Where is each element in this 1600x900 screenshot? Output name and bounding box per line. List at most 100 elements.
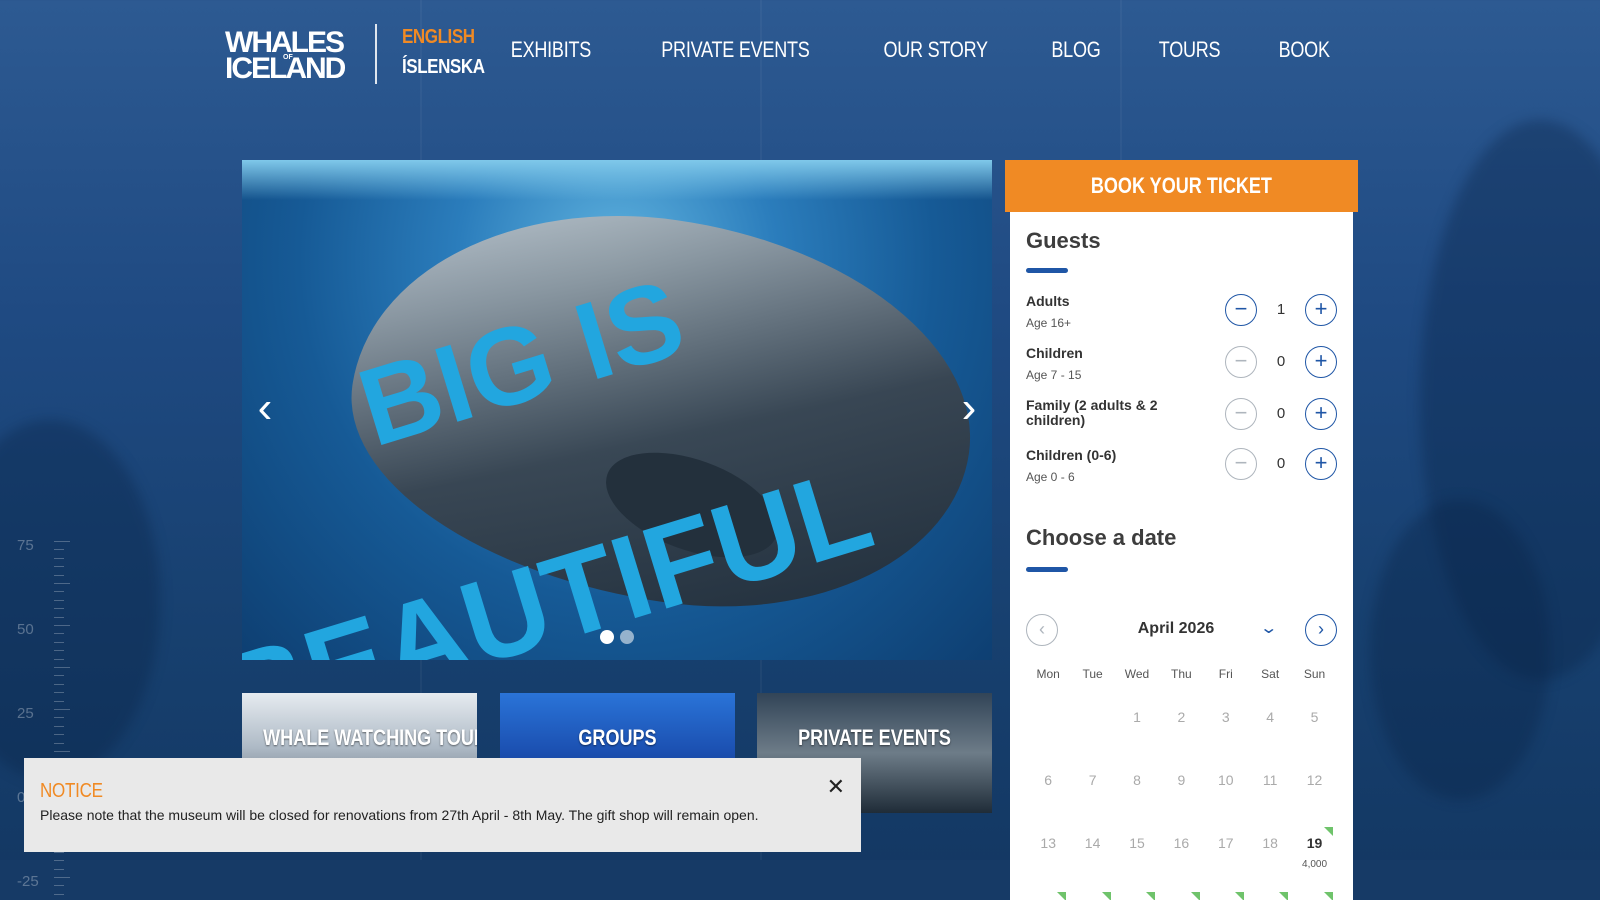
booking-panel: Guests Adults Age 16+ − 1 + Children Age… — [1010, 212, 1353, 900]
tile-label: PRIVATE EVENTS — [798, 725, 951, 750]
gauge-tick — [54, 868, 64, 870]
notice-text: Please note that the museum will be clos… — [40, 807, 759, 823]
calendar-day: 3 — [1221, 709, 1230, 725]
guest-name: Children (0-6) — [1026, 447, 1117, 463]
adults-count: 1 — [1276, 301, 1286, 318]
family-count: 0 — [1276, 405, 1286, 422]
plus-icon[interactable]: + — [1305, 294, 1337, 326]
guest-name: Adults — [1026, 293, 1070, 309]
weekday-label: Fri — [1218, 667, 1233, 681]
gauge-tick — [54, 700, 64, 702]
chevron-down-icon[interactable]: ⌄ — [1259, 618, 1278, 638]
gauge-tick — [54, 591, 64, 593]
calendar-week: 1 2 3 4 5 — [1026, 681, 1337, 744]
footer-band — [0, 860, 1600, 900]
close-icon[interactable]: ✕ — [827, 776, 845, 798]
calendar-nav: ‹ April 2026 ⌄ › — [1026, 614, 1337, 646]
calendar-day: 8 — [1133, 772, 1141, 788]
calendar-grid: Mon Tue Wed Thu Fri Sat Sun 1 2 3 4 5 6 … — [1026, 667, 1337, 870]
nav-blog[interactable]: BLOG — [1051, 37, 1100, 63]
gauge-tick — [54, 608, 64, 610]
calendar-day: 11 — [1262, 772, 1278, 788]
calendar-day: 5 — [1310, 709, 1319, 725]
calendar-day: 15 — [1129, 835, 1145, 851]
calendar-day-available[interactable]: 19 4,000 — [1292, 827, 1336, 870]
book-your-ticket-button[interactable]: BOOK YOUR TICKET — [1005, 160, 1358, 212]
gauge-tick — [54, 641, 64, 643]
chevron-left-icon[interactable]: ‹ — [1026, 614, 1058, 646]
chevron-right-icon[interactable]: › — [1305, 614, 1337, 646]
gauge-tick — [54, 885, 64, 887]
gauge-tick — [54, 717, 64, 719]
tile-label: WHALE WATCHING TOURS — [263, 725, 477, 750]
nav-book[interactable]: BOOK — [1278, 37, 1329, 63]
gauge-tick — [54, 742, 64, 744]
tile-label: GROUPS — [578, 725, 657, 750]
available-day-price: 4,000 — [1302, 859, 1328, 870]
weekday-label: Mon — [1036, 667, 1060, 681]
calendar-day: 4 — [1266, 709, 1275, 725]
language-icelandic-link[interactable]: ÍSLENSKA — [402, 56, 485, 79]
notice-title: NOTICE — [40, 780, 103, 802]
calendar-day: 18 — [1262, 835, 1278, 851]
whales-of-iceland-logo[interactable]: WHALES OF ICELAND — [225, 28, 355, 84]
weekday-label: Tue — [1082, 667, 1103, 681]
children-0-6-stepper: − 0 + — [1225, 448, 1337, 480]
gauge-tick — [54, 675, 64, 677]
calendar-month: April 2026 — [1137, 620, 1215, 637]
calendar-day: 13 — [1040, 835, 1056, 851]
weekday-label: Thu — [1171, 667, 1192, 681]
guest-row-children-0-6: Children (0-6) Age 0 - 6 − 0 + — [1026, 448, 1337, 492]
calendar-day: 17 — [1217, 835, 1234, 851]
logo-of: OF — [283, 54, 293, 61]
weekday-label: Wed — [1124, 667, 1150, 681]
calendar-day: 16 — [1173, 835, 1190, 851]
gauge-tick — [54, 650, 64, 652]
slider-dot-2[interactable] — [620, 630, 634, 644]
calendar-day: 9 — [1177, 772, 1186, 788]
minus-icon[interactable]: − — [1225, 294, 1257, 326]
gauge-label: 25 — [17, 705, 34, 722]
available-day-number: 19 — [1306, 835, 1323, 851]
chevron-right-icon[interactable]: › — [954, 386, 984, 430]
gauge-tick — [54, 683, 64, 685]
plus-icon[interactable]: + — [1305, 448, 1337, 480]
language-english-link[interactable]: ENGLISH — [402, 26, 475, 49]
gauge-tick — [54, 734, 64, 736]
calendar-day: 14 — [1084, 835, 1101, 851]
gauge-label: 75 — [17, 537, 34, 554]
guest-age: Age 7 - 15 — [1026, 368, 1082, 382]
gauge-tick — [54, 725, 64, 727]
minus-icon[interactable]: − — [1225, 448, 1257, 480]
gauge-tick — [54, 583, 70, 584]
guest-row-family: Family (2 adults & 2 children) − 0 + — [1026, 398, 1337, 442]
nav-private-events[interactable]: PRIVATE EVENTS — [662, 37, 811, 63]
water-surface — [242, 160, 992, 200]
minus-icon[interactable]: − — [1225, 398, 1257, 430]
gauge-tick — [54, 549, 64, 551]
nav-tours[interactable]: TOURS — [1158, 37, 1220, 63]
choose-date-title: Choose a date — [1026, 525, 1177, 550]
plus-icon[interactable]: + — [1305, 398, 1337, 430]
slider-dots — [600, 630, 634, 644]
calendar-week: 13 14 15 16 17 18 19 4,000 — [1026, 807, 1337, 870]
guest-row-adults: Adults Age 16+ − 1 + — [1026, 294, 1337, 338]
gauge-tick — [54, 860, 64, 862]
gauge-tick — [54, 658, 64, 660]
hero-slider: BIG IS BEAUTIFUL ‹ › — [242, 160, 992, 660]
book-header-label: BOOK YOUR TICKET — [1090, 173, 1273, 198]
nav-our-story[interactable]: OUR STORY — [884, 37, 989, 63]
minus-icon[interactable]: − — [1225, 346, 1257, 378]
slider-dot-1[interactable] — [600, 630, 614, 644]
main-nav: EXHIBITS PRIVATE EVENTS OUR STORY BLOG T… — [502, 37, 1335, 63]
calendar-day: 10 — [1217, 772, 1234, 788]
gauge-tick — [54, 566, 64, 568]
calendar-day: 7 — [1088, 772, 1097, 788]
nav-exhibits[interactable]: EXHIBITS — [510, 37, 590, 63]
plus-icon[interactable]: + — [1305, 346, 1337, 378]
guest-row-children: Children Age 7 - 15 − 0 + — [1026, 346, 1337, 390]
gauge-tick — [54, 893, 64, 895]
gauge-tick — [54, 709, 70, 710]
guest-name: Family (2 adults & 2 children) — [1026, 397, 1158, 428]
chevron-left-icon[interactable]: ‹ — [250, 386, 280, 430]
